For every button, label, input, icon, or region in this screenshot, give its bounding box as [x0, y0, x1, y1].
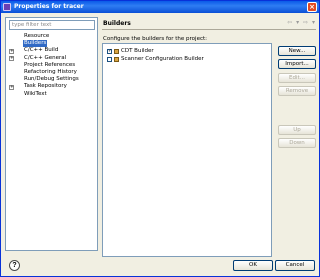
builder-checkbox[interactable]: ✓ [107, 48, 112, 54]
tree-item-label: Resource [24, 33, 50, 39]
tree-item-label: Refactoring History [24, 68, 77, 75]
cancel-button[interactable]: Cancel [275, 260, 315, 271]
builder-icon [114, 56, 119, 62]
tree-item-run-debug-settings[interactable]: Run/Debug Settings [9, 76, 97, 83]
eclipse-icon [3, 3, 11, 11]
page-description: Configure the builders for the project: [103, 36, 207, 42]
tree-item-task-repository[interactable]: + Task Repository [9, 83, 97, 90]
help-button[interactable]: ? [9, 260, 20, 271]
tree-item-label: WikiText [24, 90, 47, 97]
builders-page: Builders ⇦ ▾ ⇨ ▾ Configure the builders … [102, 17, 316, 257]
ok-button[interactable]: OK [233, 260, 273, 271]
tree-item-label: Builders [23, 40, 48, 48]
tree-item-label: Project References [24, 61, 76, 68]
expand-icon[interactable]: + [9, 55, 14, 61]
tree-item-refactoring-history[interactable]: Refactoring History [9, 69, 97, 76]
filter-input[interactable] [9, 20, 95, 30]
navigation-pane: Resource Builders + C/C++ Build + C/C++ … [5, 17, 98, 251]
forward-menu-icon[interactable]: ▾ [312, 19, 315, 26]
new-button[interactable]: New... [278, 46, 316, 56]
forward-arrow-icon[interactable]: ⇨ [303, 19, 308, 26]
expand-icon[interactable]: + [9, 84, 14, 90]
builder-checkbox[interactable] [107, 56, 112, 62]
builder-label: CDT Builder [121, 48, 154, 54]
remove-button[interactable]: Remove [278, 86, 316, 96]
builder-label: Scanner Configuration Builder [121, 56, 204, 62]
title-bar[interactable]: Properties for tracer × [1, 1, 319, 13]
tree-item-resource[interactable]: Resource [9, 33, 97, 40]
properties-dialog: Properties for tracer × Resource Builder… [0, 0, 320, 277]
tree-item-builders[interactable]: Builders [9, 40, 97, 48]
import-button[interactable]: Import... [278, 59, 316, 69]
tree-item-label: C/C++ Build [24, 47, 59, 54]
tree-item-cpp-general[interactable]: + C/C++ General [9, 55, 97, 62]
tree-item-wikitext[interactable]: WikiText [9, 91, 97, 98]
window-title: Properties for tracer [14, 3, 84, 10]
close-button[interactable]: × [307, 2, 317, 12]
up-button[interactable]: Up [278, 125, 316, 135]
tree-item-cpp-build[interactable]: + C/C++ Build [9, 47, 97, 54]
tree-item-label: Run/Debug Settings [24, 76, 79, 83]
builders-list[interactable]: ✓ CDT Builder Scanner Configuration Buil… [102, 43, 272, 257]
tree-item-label: C/C++ General [24, 54, 67, 61]
divider [102, 29, 316, 30]
expand-icon[interactable]: + [9, 48, 14, 54]
property-page-tree: Resource Builders + C/C++ Build + C/C++ … [9, 33, 97, 98]
builder-icon [114, 48, 119, 54]
down-button[interactable]: Down [278, 138, 316, 148]
page-navigation: ⇦ ▾ ⇨ ▾ [285, 19, 315, 26]
back-menu-icon[interactable]: ▾ [296, 19, 299, 26]
tree-item-project-references[interactable]: Project References [9, 62, 97, 69]
edit-button[interactable]: Edit... [278, 73, 316, 83]
back-arrow-icon[interactable]: ⇦ [287, 19, 292, 26]
page-title: Builders [103, 20, 131, 27]
tree-item-label: Task Repository [24, 83, 67, 90]
